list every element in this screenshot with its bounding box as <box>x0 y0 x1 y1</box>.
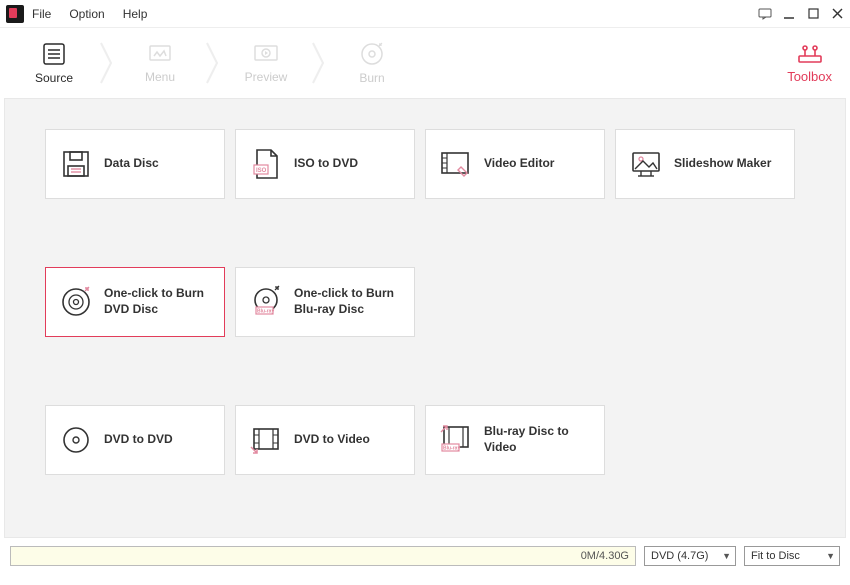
tool-iso-to-dvd[interactable]: ISO ISO to DVD <box>235 129 415 199</box>
menu-bar: File Option Help <box>32 7 147 21</box>
progress-text: 0M/4.30G <box>581 550 629 562</box>
svg-text:Blu-ray: Blu-ray <box>257 309 274 315</box>
bluray-export-icon: Blu-ray <box>438 422 474 458</box>
nav-step-menu[interactable]: Menu <box>116 33 204 93</box>
progress-bar: 0M/4.30G <box>10 546 636 566</box>
fit-value: Fit to Disc <box>751 550 800 562</box>
nav-chevron-icon <box>204 33 222 93</box>
nav-step-burn[interactable]: Burn <box>328 33 416 93</box>
close-button[interactable] <box>830 7 844 21</box>
tool-dvd-to-dvd[interactable]: DVD to DVD <box>45 405 225 475</box>
tool-label: DVD to Video <box>294 432 370 448</box>
tool-label: One-click to Burn DVD Disc <box>104 286 212 317</box>
chevron-down-icon: ▼ <box>826 551 835 561</box>
video-editor-icon <box>438 146 474 182</box>
menu-icon <box>146 42 174 66</box>
tool-dvd-to-video[interactable]: DVD to Video <box>235 405 415 475</box>
slideshow-icon <box>628 146 664 182</box>
tool-label: Video Editor <box>484 156 554 172</box>
nav-toolbox[interactable]: Toolbox <box>779 38 840 88</box>
main-area: Data Disc ISO ISO to DVD Video Editor Sl… <box>4 98 846 538</box>
tool-bluray-to-video[interactable]: Blu-ray Blu-ray Disc to Video <box>425 405 605 475</box>
iso-file-icon: ISO <box>248 146 284 182</box>
tool-label: One-click to Burn Blu-ray Disc <box>294 286 402 317</box>
tool-label: Slideshow Maker <box>674 156 771 172</box>
bluray-burn-icon: Blu-ray <box>248 284 284 320</box>
fit-select[interactable]: Fit to Disc ▼ <box>744 546 840 566</box>
nav-step-source[interactable]: Source <box>10 33 98 93</box>
chevron-down-icon: ▼ <box>722 551 731 561</box>
film-export-icon <box>248 422 284 458</box>
tool-slideshow-maker[interactable]: Slideshow Maker <box>615 129 795 199</box>
maximize-button[interactable] <box>806 7 820 21</box>
minimize-button[interactable] <box>782 7 796 21</box>
burn-icon <box>359 41 385 67</box>
svg-text:Blu-ray: Blu-ray <box>443 446 460 452</box>
title-bar: File Option Help <box>0 0 850 28</box>
tool-label: DVD to DVD <box>104 432 173 448</box>
tool-one-click-dvd[interactable]: One-click to Burn DVD Disc <box>45 267 225 337</box>
nav-step-preview[interactable]: Preview <box>222 33 310 93</box>
disc-type-select[interactable]: DVD (4.7G) ▼ <box>644 546 736 566</box>
nav-bar: Source Menu Preview Burn Toolbox <box>0 28 850 98</box>
tool-grid: Data Disc ISO ISO to DVD Video Editor Sl… <box>45 129 805 475</box>
bottom-bar: 0M/4.30G DVD (4.7G) ▼ Fit to Disc ▼ <box>0 538 850 566</box>
window-controls <box>758 7 844 21</box>
preview-icon <box>251 42 281 66</box>
tool-data-disc[interactable]: Data Disc <box>45 129 225 199</box>
tool-one-click-bluray[interactable]: Blu-ray One-click to Burn Blu-ray Disc <box>235 267 415 337</box>
feedback-icon[interactable] <box>758 7 772 21</box>
nav-label: Preview <box>245 70 288 84</box>
tool-label: Data Disc <box>104 156 159 172</box>
source-icon <box>40 41 68 67</box>
floppy-icon <box>58 146 94 182</box>
disc-burn-icon <box>58 284 94 320</box>
tool-video-editor[interactable]: Video Editor <box>425 129 605 199</box>
svg-text:ISO: ISO <box>256 168 267 174</box>
disc-type-value: DVD (4.7G) <box>651 550 708 562</box>
nav-label: Source <box>35 71 73 85</box>
menu-help[interactable]: Help <box>123 7 148 21</box>
app-logo <box>6 5 24 23</box>
menu-file[interactable]: File <box>32 7 51 21</box>
nav-chevron-icon <box>310 33 328 93</box>
menu-option[interactable]: Option <box>69 7 104 21</box>
nav-label: Burn <box>359 71 384 85</box>
nav-label: Menu <box>145 70 175 84</box>
tool-label: Blu-ray Disc to Video <box>484 424 592 455</box>
disc-icon <box>58 422 94 458</box>
toolbox-icon <box>795 42 825 66</box>
nav-label: Toolbox <box>787 69 832 84</box>
nav-chevron-icon <box>98 33 116 93</box>
tool-label: ISO to DVD <box>294 156 358 172</box>
